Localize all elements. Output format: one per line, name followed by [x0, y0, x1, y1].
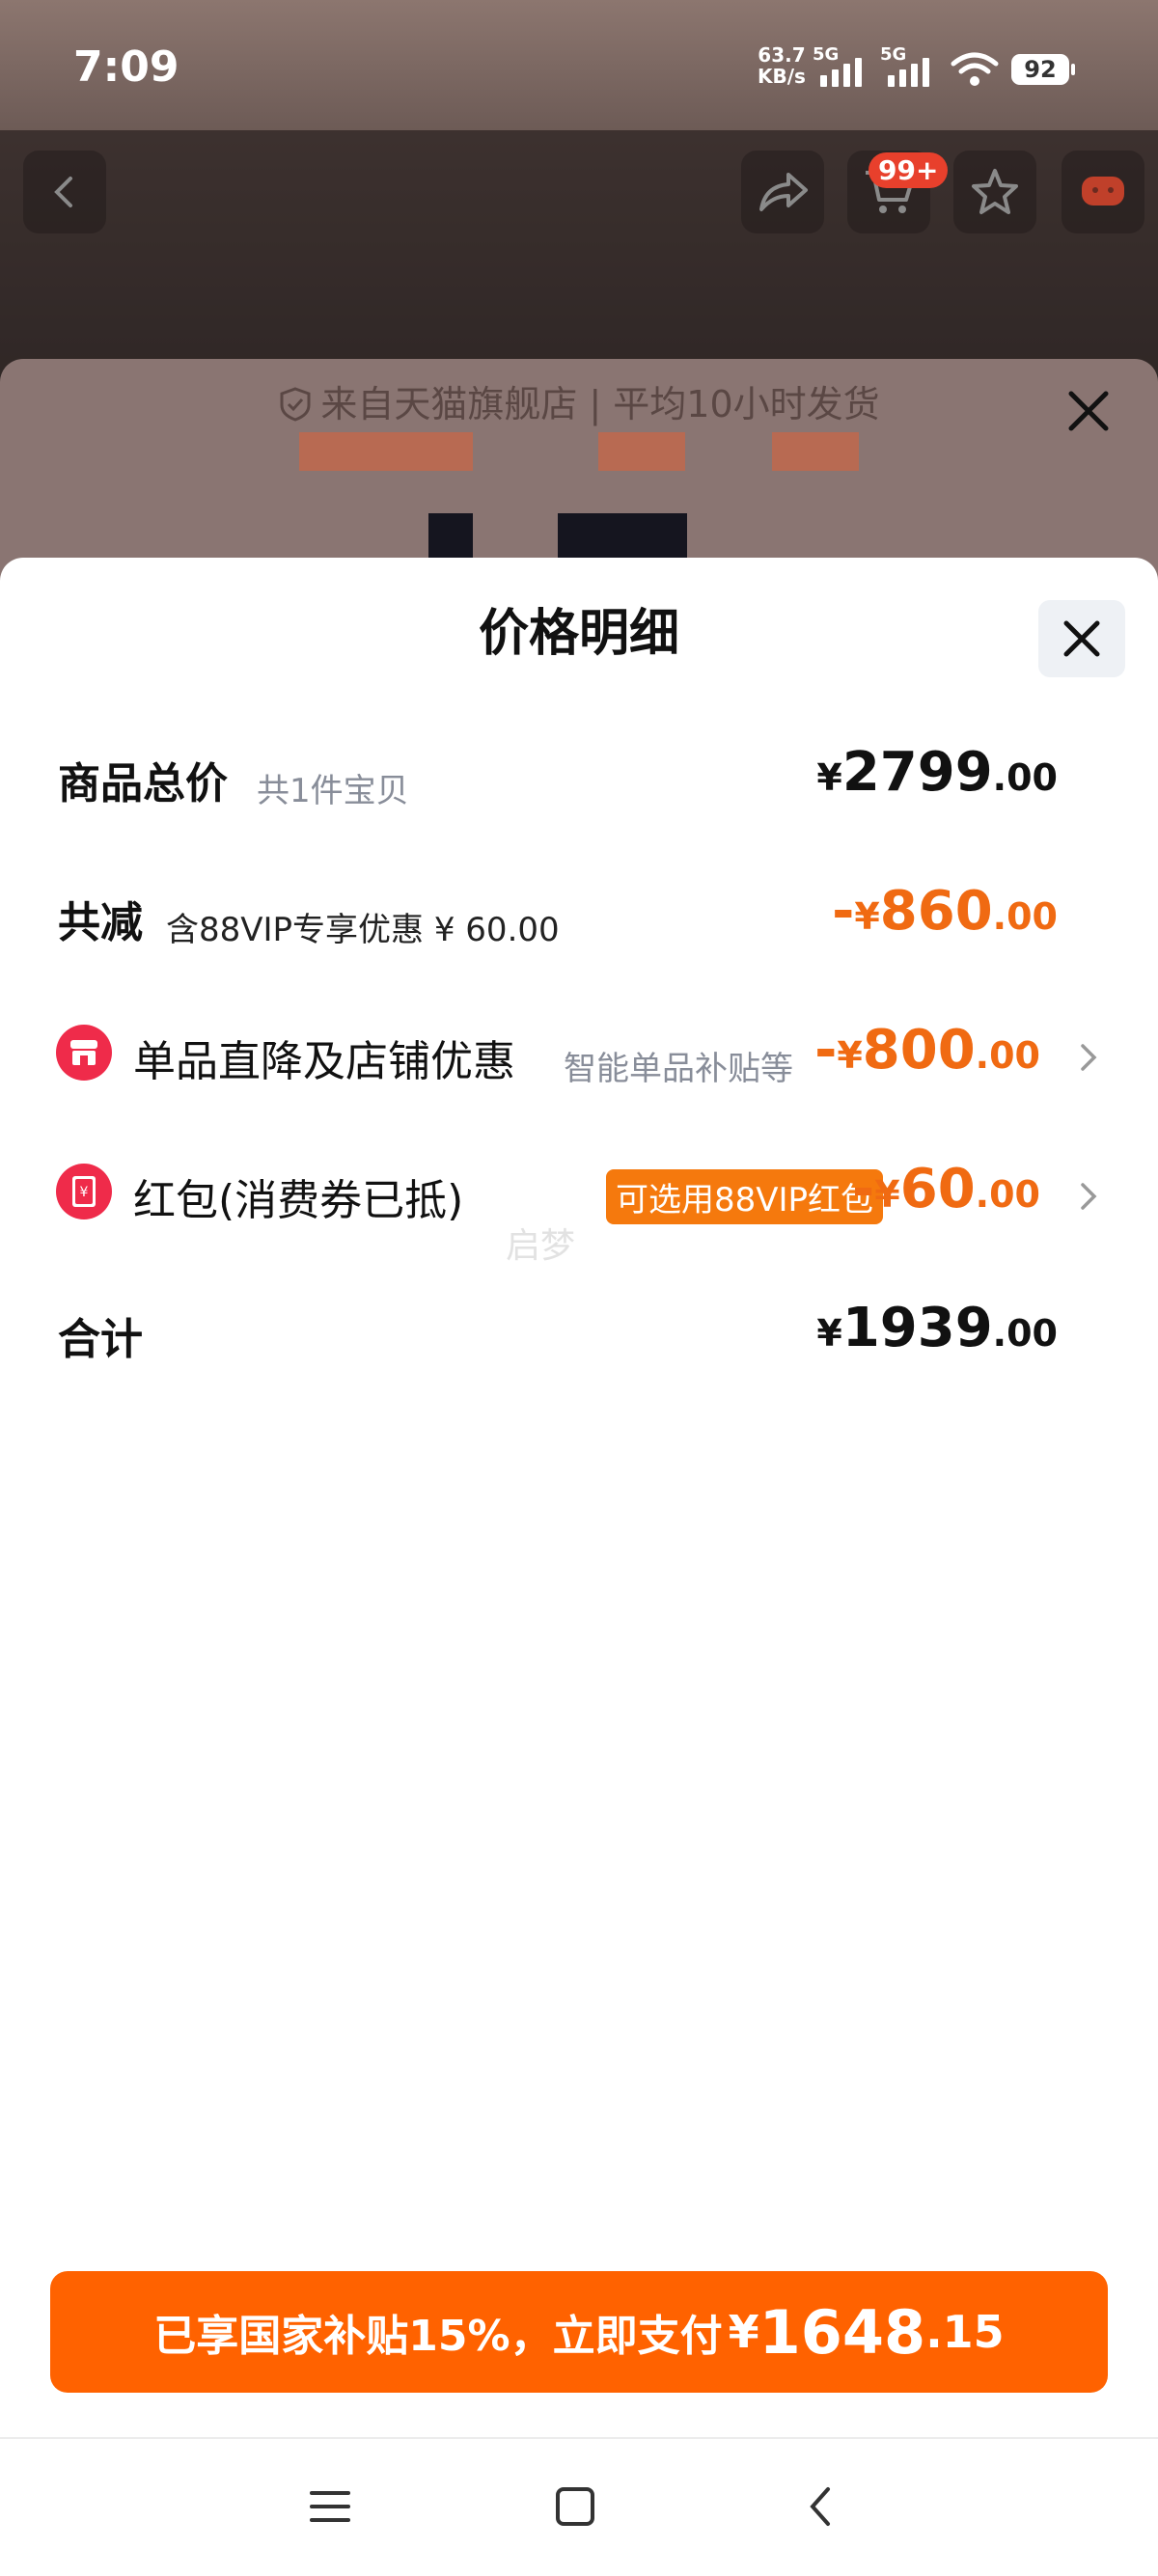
home-button[interactable]	[546, 2478, 604, 2535]
vip-discount-note: 含88VIP专享优惠 ¥ 60.00	[166, 911, 560, 949]
chevron-right-icon	[1081, 1044, 1097, 1071]
pay-amount-decimal: .15	[925, 2306, 1005, 2358]
close-icon[interactable]	[1062, 384, 1116, 438]
total-discount-row: 共减 含88VIP专享优惠 ¥ 60.00 -¥860.00	[0, 870, 1158, 967]
pay-button-label: 已享国家补贴15%，立即支付	[153, 2312, 723, 2361]
vip-red-packet-tag[interactable]: 可选用88VIP红包	[606, 1169, 884, 1224]
store-discount-row[interactable]: 单品直降及店铺优惠 智能单品补贴等 -¥800.00	[0, 1009, 1158, 1106]
more-button[interactable]	[1062, 151, 1144, 233]
blurred-tag	[598, 432, 685, 471]
store-info-text: 来自天猫旗舰店 | 平均10小时发货	[0, 374, 1158, 427]
wifi-icon	[951, 52, 999, 86]
star-icon	[972, 169, 1018, 214]
pay-amount: 1648	[758, 2296, 926, 2368]
blurred-tag	[299, 432, 473, 471]
sheet-title: 价格明细	[478, 605, 679, 663]
total-discount-amount: -¥860.00	[832, 880, 1058, 943]
nav-divider	[0, 2437, 1158, 2439]
battery-indicator: 92	[1011, 54, 1075, 85]
row-label: 商品总价	[58, 759, 228, 808]
system-back-button[interactable]	[791, 2478, 849, 2535]
blurred-tag	[772, 432, 859, 471]
recent-apps-button[interactable]	[301, 2478, 359, 2535]
blurred-block	[558, 513, 687, 562]
back-icon	[54, 177, 72, 207]
watermark: 启梦	[506, 1226, 576, 1266]
row-label: 合计	[58, 1315, 143, 1364]
store-icon	[56, 1025, 112, 1081]
blurred-block	[428, 513, 473, 562]
share-icon	[759, 173, 808, 211]
red-packet-row[interactable]: ¥ 红包(消费券已抵) 可选用88VIP红包 -¥60.00	[0, 1148, 1158, 1245]
favorite-button[interactable]	[953, 151, 1036, 233]
more-icon	[1082, 177, 1124, 206]
back-button[interactable]	[23, 151, 106, 233]
item-count: 共1件宝贝	[257, 772, 409, 810]
close-icon	[1063, 620, 1100, 657]
cart-badge: 99+	[868, 152, 949, 188]
total-amount: ¥1939.00	[816, 1297, 1058, 1359]
red-packet-amount: -¥60.00	[852, 1158, 1040, 1220]
menu-icon	[310, 2491, 350, 2522]
network-speed: 63.7 KB/s	[758, 43, 806, 88]
status-bar: 7:09 63.7 KB/s 5G 5G 92	[0, 0, 1158, 130]
red-packet-icon: ¥	[56, 1164, 112, 1219]
row-label: 单品直降及店铺优惠	[133, 1037, 515, 1086]
svg-text:¥: ¥	[80, 1185, 89, 1200]
status-time: 7:09	[73, 42, 179, 92]
pay-button[interactable]: 已享国家补贴15%，立即支付 ¥ 1648 .15	[50, 2271, 1108, 2393]
home-square-icon	[556, 2487, 594, 2526]
chevron-right-icon	[1081, 1183, 1097, 1210]
signal-icon: 5G	[880, 44, 938, 87]
pay-currency: ¥	[728, 2306, 759, 2358]
row-label: 共减	[58, 898, 143, 947]
subsidy-note: 智能单品补贴等	[564, 1050, 793, 1088]
signal-icon: 5G	[813, 44, 870, 87]
back-chevron-icon	[810, 2487, 830, 2526]
store-discount-amount: -¥800.00	[814, 1019, 1040, 1082]
shield-icon	[280, 387, 311, 422]
subtotal-amount: ¥2799.00	[816, 741, 1058, 804]
total-row: 合计 ¥1939.00	[0, 1287, 1158, 1384]
subtotal-row: 商品总价 共1件宝贝 ¥2799.00	[0, 731, 1158, 828]
close-button[interactable]	[1038, 600, 1125, 677]
share-button[interactable]	[741, 151, 824, 233]
row-label: 红包(消费券已抵)	[133, 1176, 464, 1225]
